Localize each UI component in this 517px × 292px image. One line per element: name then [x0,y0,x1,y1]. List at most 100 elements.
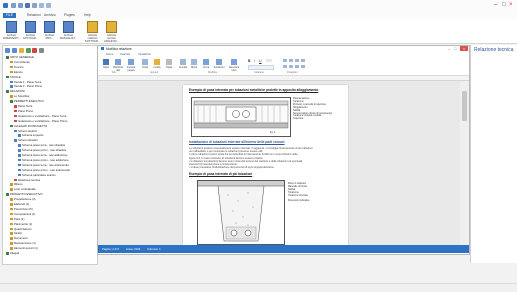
tree-toolbar [5,48,45,54]
add-icon[interactable] [25,48,31,53]
relazione-editor-window: Modifica relazione – □ × Home Inserisci … [97,45,470,255]
copia-button[interactable]: Copia [140,59,150,69]
font-color-button[interactable] [266,59,272,62]
tree-node-icon [6,193,9,196]
archivio-manualistica-button[interactable]: Archivio MANUALIST... [60,21,77,40]
tree-node-icon [18,144,21,147]
tree-item-label: Prescrizioni (5) [14,207,33,212]
archivio-pro-button[interactable]: Archivio PRO... [41,21,58,40]
editor-ribbon: Salva Ripristina dati Imposta pagina Cop… [98,57,469,76]
tree-node-icon [10,247,13,250]
italic-button[interactable]: I [254,59,255,63]
numbered-list-icon[interactable] [289,65,293,68]
archivio-sottogruppi-button[interactable]: Archivio SOTTOGR... [22,21,39,40]
collapse-icon[interactable] [11,48,17,53]
section-paragraph: Le tubazioni possono eventualmente esser… [189,147,344,169]
tree-item-label: Tavola 2 - Piano Primo [14,84,43,89]
ripeti-button[interactable]: Ripeti [189,59,199,69]
maximize-button[interactable]: □ [502,2,506,9]
document-page[interactable]: Esempio di posa interrata per tubazioni … [183,85,348,245]
tree-item-label: TAVOLE [10,74,21,79]
align-left-icon[interactable] [283,59,287,62]
tree-node-icon [18,168,21,172]
tab-home[interactable]: Home [106,52,113,56]
button-label: Incolla [153,66,161,69]
seleziona-tutto-button[interactable]: Seleziona tutto [227,59,241,72]
align-center-icon[interactable] [289,59,293,62]
document-canvas[interactable]: Esempio di posa interrata per tubazioni … [98,81,460,245]
tree-node-icon [10,237,13,240]
tab-archivio[interactable]: Archivio [44,13,56,17]
align-right-icon[interactable] [295,59,299,62]
libreria-tecnica-button[interactable]: Libreria tecnica ARCHIVIO... [103,21,120,43]
incolla-button[interactable]: Incolla [152,59,162,69]
folder-icon[interactable] [18,48,24,53]
font-size-field[interactable] [248,65,274,70]
tree-node-icon [10,183,13,186]
editor-status-bar: Pagina: 4 di 5 Linea: 2011 Colonna: 1 [98,245,469,253]
figure-pipe-trench [197,180,285,245]
tree-node-icon [10,80,13,84]
tree-item-label: Lo Specifica [14,94,30,99]
tree-node-icon [10,232,13,235]
bullet-list-icon[interactable] [283,65,287,68]
button-label: Imposta pagina [126,66,136,72]
tab-plugins[interactable]: Plugins [64,13,75,17]
minimize-button[interactable]: – [494,2,497,9]
tree-node-icon [6,56,9,59]
open-file-icon[interactable] [18,3,23,8]
undo-icon[interactable] [39,3,44,8]
main-ribbon: Archivio INTERVENTI... Archivio SOTTOGR.… [0,19,517,44]
copy-icon [142,59,148,65]
scrollbar-thumb[interactable] [462,91,467,121]
indent-icon[interactable] [295,65,299,68]
editor-minimize-button[interactable]: – [448,46,450,51]
redo-icon[interactable] [46,3,51,8]
archivio-interventi-button[interactable]: Archivio INTERVENTI... [3,21,21,40]
ribbon-button-label: Archivio PRO... [44,34,55,40]
annulla-button[interactable]: Annulla [178,59,188,69]
new-file-icon[interactable] [11,3,16,8]
tab-visualizza[interactable]: Visualizza [138,52,151,56]
tree-item-label: Schema impianto [22,133,44,138]
tree-node-icon [18,173,21,177]
tree-item[interactable]: Allegati [6,251,19,256]
group-caption-carattere: Carattere [254,71,264,74]
tab-file[interactable]: FILE [3,12,16,18]
ribbon-tab-bar: FILE Relazioni Archivio Plugins Help [0,12,517,19]
expand-icon[interactable] [5,48,10,53]
save-icon[interactable] [25,3,30,8]
tab-relazioni[interactable]: Relazioni [27,13,41,17]
tree-item-label: Schema piano terra - rete adduzione [22,153,68,158]
ribbon-button-label: Archivio MANUALIST... [60,34,77,40]
close-button[interactable]: × [509,2,513,9]
libreria-relazioni-button[interactable]: Libreria relazioni SOTTOGR... [84,21,101,43]
editor-close-button[interactable]: × [460,46,468,51]
taglia-button[interactable]: Taglia [164,59,174,69]
justify-icon[interactable] [301,59,305,62]
outdent-icon[interactable] [301,65,305,68]
tab-inserisci[interactable]: Inserisci [120,52,130,56]
bold-button[interactable]: B [248,59,251,63]
tree-item-label: Schema piano terra - rete antincendio [22,163,69,167]
section-heading: Esempio di posa interrata per tubazioni … [189,88,319,92]
figure-pipe-alloggiamento: fig. A [191,97,291,137]
sostituisci-button[interactable]: Sostituisci [213,59,225,69]
imposta-pagina-button[interactable]: Imposta pagina [125,59,137,72]
print-icon[interactable] [32,3,37,8]
vertical-scrollbar[interactable] [460,81,469,245]
ribbon-button-label: Libreria tecnica ARCHIVIO... [104,34,119,43]
tree-item-label: Tavola 1 - Piano Terra [14,79,42,84]
cerca-button[interactable]: Cerca [201,59,211,69]
editor-title: Modifica relazione [106,46,132,51]
tree-item-label: Schema particolare scarico [22,172,56,177]
settings-icon[interactable] [39,48,45,53]
delete-icon[interactable] [32,48,38,53]
editor-maximize-button[interactable]: □ [454,46,456,51]
tree-item-label: Tecnico [14,65,24,69]
tree-item-label: Rilievo [14,182,23,187]
tree-item-label: Isolamento e ventilazione - Piano Primo [18,118,68,123]
tab-help[interactable]: Help [84,13,91,17]
underline-button[interactable]: U [259,59,262,63]
salva-button[interactable]: Salva [101,59,111,69]
